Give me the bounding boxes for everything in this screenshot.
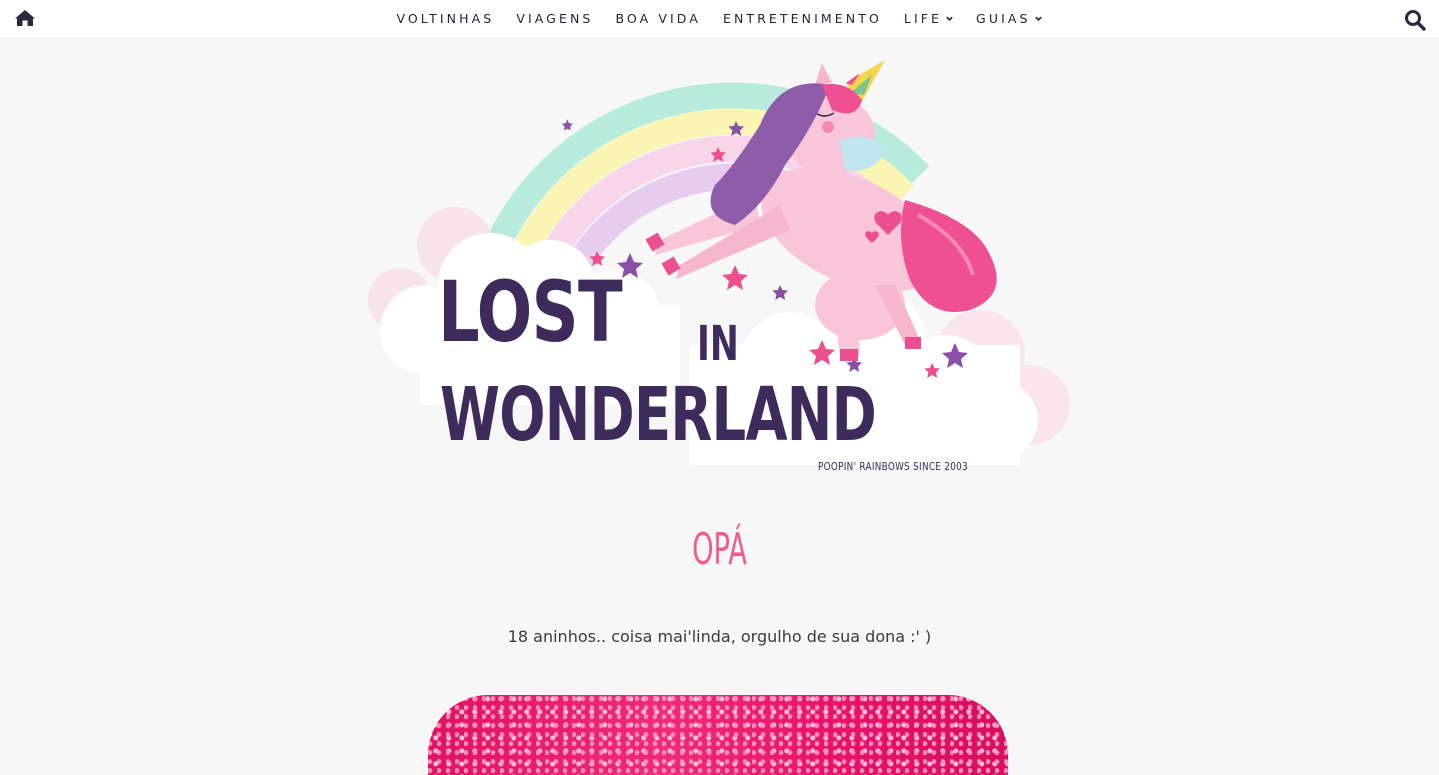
nav-item-label: ENTRETENIMENTO [722, 11, 882, 26]
nav-item-guias[interactable]: GUIAS [976, 11, 1043, 26]
logo-word-lost: LOST [438, 263, 623, 361]
nav-item-label: LIFE [903, 11, 943, 26]
nav-item-voltinhas[interactable]: VOLTINHAS [396, 11, 494, 26]
nav-item-label: BOA VIDA [615, 11, 701, 26]
nav-item-label: VOLTINHAS [396, 11, 495, 26]
nav-item-viagens[interactable]: VIAGENS [516, 11, 593, 26]
main-menu: VOLTINHAS VIAGENS BOA VIDA ENTRETENIMENT… [0, 0, 1439, 37]
nav-item-boa-vida[interactable]: BOA VIDA [615, 11, 701, 26]
top-navigation-bar: VOLTINHAS VIAGENS BOA VIDA ENTRETENIMENT… [0, 0, 1439, 37]
site-logo-illustration[interactable]: LOST IN WONDERLAND POOPIN' RAINBOWS SINC… [360, 55, 1080, 485]
post-text: 18 aninhos.. coisa mai'linda, orgulho de… [507, 627, 932, 646]
nav-item-entretenimento[interactable]: ENTRETENIMENTO [723, 11, 882, 26]
glitter-image [428, 695, 1008, 775]
nav-item-label: VIAGENS [516, 11, 594, 26]
logo-tagline: POOPIN' RAINBOWS SINCE 2003 [818, 460, 969, 473]
post-title: OPÁ [692, 524, 747, 575]
chevron-down-icon [1034, 16, 1042, 21]
logo-word-in: IN [697, 316, 739, 372]
chevron-down-icon [946, 16, 953, 21]
nav-item-label: GUIAS [976, 11, 1031, 26]
search-icon[interactable] [1404, 9, 1426, 31]
nav-item-life[interactable]: LIFE [904, 11, 954, 26]
logo-word-wonderland: WONDERLAND [440, 372, 877, 458]
